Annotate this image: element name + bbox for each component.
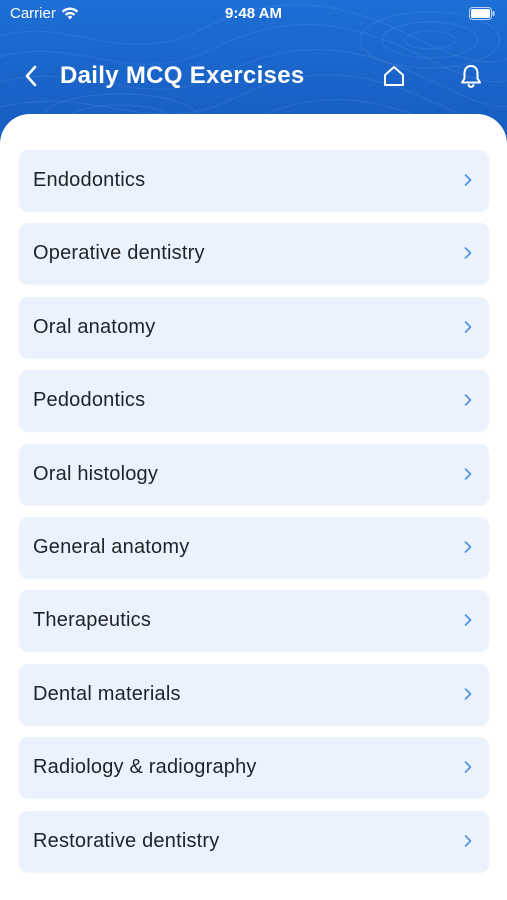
chevron-right-icon: [464, 761, 472, 773]
chevron-right-icon: [464, 467, 472, 480]
back-button[interactable]: [18, 62, 44, 90]
page-title: Daily MCQ Exercises: [60, 62, 305, 89]
list-item[interactable]: Pedodontics: [19, 370, 489, 432]
list-item[interactable]: Restorative dentistry: [19, 810, 489, 872]
screen: Carrier 9:48 AM Daily MCQ Exercises Endo…: [0, 0, 507, 900]
list-item[interactable]: Radiology & radiography: [19, 737, 489, 799]
nav-bar: Daily MCQ Exercises: [0, 52, 507, 100]
chevron-right-icon: [464, 247, 472, 260]
list-item-label: Endodontics: [33, 169, 146, 191]
list-item[interactable]: Operative dentistry: [19, 223, 489, 285]
chevron-right-icon: [464, 320, 472, 333]
list-item-label: Radiology & radiography: [33, 756, 257, 779]
status-time: 9:48 AM: [225, 5, 282, 22]
list-item[interactable]: Oral histology: [19, 443, 489, 505]
list-item-label: Oral anatomy: [33, 315, 156, 338]
list-item[interactable]: Endodontics: [19, 150, 489, 211]
status-bar: Carrier 9:48 AM: [0, 0, 507, 28]
list-item-label: Therapeutics: [33, 609, 152, 632]
list-item-label: Restorative dentistry: [33, 829, 220, 852]
content-panel: Endodontics Operative dentistry Oral anato…: [0, 114, 507, 900]
home-button[interactable]: [380, 62, 408, 90]
list-item[interactable]: Oral anatomy: [19, 296, 489, 358]
chevron-right-icon: [464, 687, 472, 700]
list-item-label: Operative dentistry: [33, 242, 205, 265]
chevron-right-icon: [464, 394, 472, 406]
home-icon: [384, 66, 404, 86]
list-item-label: Oral histology: [33, 462, 159, 485]
list-item[interactable]: General anatomy: [19, 516, 489, 578]
notifications-button[interactable]: [457, 62, 485, 90]
category-list: Endodontics Operative dentistry Oral anato…: [19, 150, 489, 884]
bell-icon: [461, 65, 481, 88]
chevron-right-icon: [464, 834, 472, 847]
chevron-left-icon: [25, 65, 37, 87]
list-item-label: General anatomy: [33, 535, 190, 558]
list-item[interactable]: Dental materials: [19, 663, 489, 725]
battery-icon: [469, 7, 495, 20]
chevron-right-icon: [464, 174, 472, 186]
list-item[interactable]: Therapeutics: [19, 590, 489, 652]
chevron-right-icon: [464, 614, 472, 627]
chevron-right-icon: [464, 541, 472, 553]
list-item-label: Dental materials: [33, 682, 181, 705]
list-item-label: Pedodontics: [33, 389, 146, 412]
